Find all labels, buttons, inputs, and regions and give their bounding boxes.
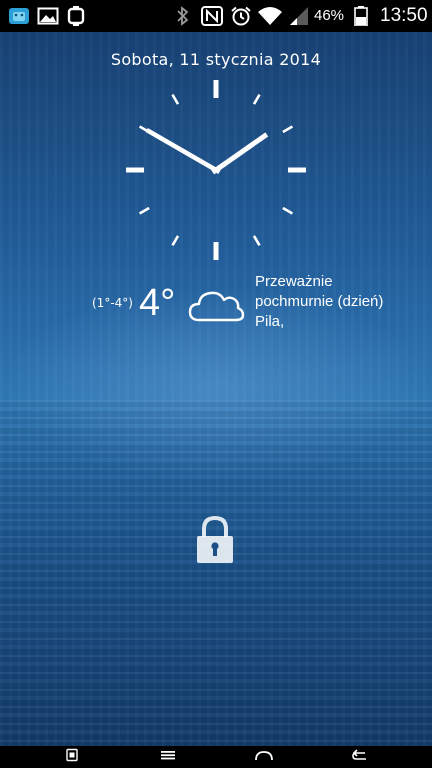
weather-condition-line2: pochmurnie (dzień) bbox=[255, 293, 384, 310]
wifi-icon bbox=[258, 7, 282, 25]
lock-screen: 46% 13:50 Sobota, 11 stycznia 2014 (1°-4… bbox=[0, 0, 432, 768]
menu-icon[interactable] bbox=[148, 748, 188, 766]
cell-signal-icon bbox=[290, 7, 308, 25]
battery-percent: 46% bbox=[314, 7, 345, 24]
android-notification-icon bbox=[9, 8, 29, 24]
gallery-icon bbox=[37, 7, 59, 25]
clock-minute-hand bbox=[145, 128, 221, 174]
nfc-icon bbox=[201, 6, 223, 26]
alarm-icon bbox=[231, 6, 251, 26]
weather-condition-line1: Przeważnie bbox=[255, 273, 333, 290]
back-icon[interactable] bbox=[340, 748, 380, 766]
temperature-range: (1°-4°) bbox=[92, 296, 133, 310]
bluetooth-icon bbox=[177, 6, 189, 26]
status-bar: 46% 13:50 bbox=[0, 0, 432, 32]
clock-hour-hand bbox=[211, 132, 269, 175]
app-drawer-icon[interactable] bbox=[52, 748, 92, 766]
status-time: 13:50 bbox=[380, 5, 428, 26]
weather-location: Pila, bbox=[255, 313, 285, 330]
battery-icon bbox=[354, 6, 368, 26]
date-label: Sobota, 11 stycznia 2014 bbox=[110, 50, 322, 69]
home-icon[interactable] bbox=[244, 748, 284, 766]
watch-icon bbox=[67, 6, 85, 26]
current-temperature: 4° bbox=[139, 282, 176, 324]
analog-clock bbox=[126, 80, 306, 260]
navigation-bar bbox=[0, 746, 432, 768]
cloud-icon bbox=[188, 291, 245, 322]
padlock-icon[interactable] bbox=[194, 515, 236, 565]
weather-description: Przeważnie pochmurnie (dzień) Pila, bbox=[255, 272, 425, 332]
